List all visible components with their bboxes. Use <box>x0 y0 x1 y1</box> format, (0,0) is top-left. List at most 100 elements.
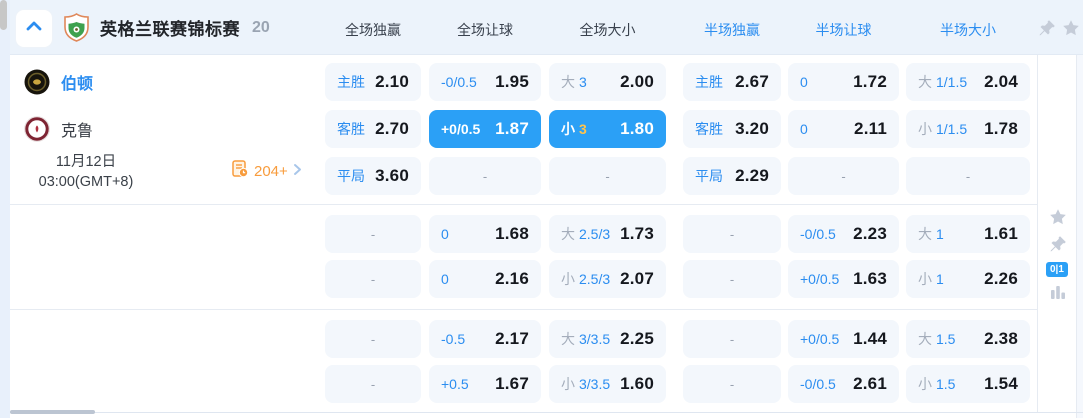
odds-cell[interactable]: -0/0.5 2.61 <box>788 365 899 403</box>
odds-cell[interactable]: -0.5 2.17 <box>429 320 541 358</box>
odds-cell[interactable]: +0/0.5 1.44 <box>788 320 899 358</box>
odds-cell[interactable]: 平局 2.29 <box>683 157 781 195</box>
chevron-up-icon <box>24 19 44 38</box>
odds-cell[interactable]: 0 1.72 <box>788 63 899 101</box>
collapse-button[interactable] <box>15 9 53 48</box>
empty-odds-dash: - <box>482 168 488 184</box>
odds-cell-empty: - <box>788 157 899 195</box>
odds-cell[interactable]: -0/0.5 2.23 <box>788 215 899 253</box>
odds-value: 1.54 <box>984 374 1018 393</box>
odds-label: +0/0.5 <box>800 331 840 347</box>
odds-cell[interactable]: 大 1 1.61 <box>906 215 1030 253</box>
odds-group: -0 1.68 大 2.5/3 1.73- -0/0.5 2.23 大 1 1.61-0 2.16 小… <box>10 205 1037 310</box>
odds-cell[interactable]: 小 3/3.5 1.60 <box>549 365 666 403</box>
empty-odds-dash: - <box>729 376 735 392</box>
column-header-full-win: 全场独赢 <box>345 22 401 38</box>
markets-doc-icon <box>232 160 249 183</box>
home-team-row[interactable]: 伯顿 <box>10 63 325 101</box>
bottom-divider <box>10 412 1083 413</box>
vertical-scrollbar-thumb[interactable] <box>0 0 7 30</box>
odds-value: 2.10 <box>375 72 409 91</box>
odds-label: 大 2.5/3 <box>561 226 611 242</box>
horizontal-scrollbar-thumb[interactable] <box>10 410 95 414</box>
odds-cell[interactable]: 小 3 1.80 <box>549 110 666 148</box>
odds-value: 2.07 <box>620 269 654 288</box>
odds-cell[interactable]: 平局 3.60 <box>325 157 421 195</box>
odds-cell[interactable]: 客胜 2.70 <box>325 110 421 148</box>
odds-cell[interactable]: 大 1/1.5 2.04 <box>906 63 1030 101</box>
odds-label: 平局 <box>337 168 365 184</box>
empty-odds-dash: - <box>841 168 846 184</box>
match-date: 11月12日 <box>55 154 117 170</box>
odds-value: 1.73 <box>620 224 654 243</box>
odds-group: - -0.5 2.17 大 3/3.5 2.25 - +0/0.5 1.44 大 1.5 2.38 - +… <box>10 310 1037 412</box>
odds-label: 主胜 <box>695 74 723 90</box>
odds-cell[interactable]: +0/0.5 1.63 <box>788 260 899 298</box>
odds-cell-empty: - <box>325 260 421 298</box>
favorite-star-icon[interactable] <box>1049 208 1067 226</box>
odds-value: 2.11 <box>854 119 887 138</box>
odds-value: 1.60 <box>620 374 654 393</box>
odds-cell[interactable]: -0/0.5 1.95 <box>429 63 541 101</box>
odds-label: 小 1.5 <box>918 376 956 392</box>
odds-value: 2.04 <box>984 72 1018 91</box>
odds-cell[interactable]: 大 3 2.00 <box>549 63 666 101</box>
odds-row: - +0.5 1.67 小 3/3.5 1.60 - -0/0.5 2.61 小 1.5 1.54 <box>10 365 1037 403</box>
odds-value: 1.95 <box>495 72 529 91</box>
odds-row: -0 1.68 大 2.5/3 1.73- -0/0.5 2.23 大 1 1.61 <box>10 215 1037 253</box>
odds-panel: 英格兰联赛锦标赛 20 全场独赢 全场让球 全场大小 半场独赢 半场让球 半场大… <box>10 0 1083 418</box>
chevron-right-icon <box>293 163 302 181</box>
league-header: 英格兰联赛锦标赛 20 全场独赢 全场让球 全场大小 半场独赢 半场让球 半场大… <box>10 0 1083 55</box>
odds-label: 0 <box>441 226 449 242</box>
odds-cell[interactable]: 小 1/1.5 1.78 <box>906 110 1030 148</box>
pin-icon[interactable] <box>1038 19 1056 37</box>
odds-label: 0 <box>441 271 449 287</box>
odds-value: 2.25 <box>620 329 654 348</box>
odds-cell[interactable]: 小 1.5 1.54 <box>906 365 1030 403</box>
corner-stats-badge[interactable]: 0|1 <box>1046 262 1068 277</box>
column-header-full-handicap: 全场让球 <box>457 22 513 38</box>
stats-chart-icon[interactable] <box>1049 283 1067 301</box>
odds-cell[interactable]: +0.5 1.67 <box>429 365 541 403</box>
odds-cell[interactable]: 0 2.16 <box>429 260 541 298</box>
odds-value: 1.87 <box>495 119 529 138</box>
odds-label: 客胜 <box>337 121 365 137</box>
match-datetime-row: 11月12日 03:00(GMT+8) 204+ <box>10 150 325 198</box>
odds-value: 1.68 <box>495 224 529 243</box>
odds-cell[interactable]: 客胜 3.20 <box>683 110 781 148</box>
more-markets-link[interactable]: 204+ <box>232 160 302 183</box>
odds-cell[interactable]: +0/0.5 1.87 <box>429 110 541 148</box>
odds-cell[interactable]: 大 2.5/3 1.73 <box>549 215 666 253</box>
odds-value: 1.44 <box>853 329 887 348</box>
odds-label: 客胜 <box>695 121 723 137</box>
odds-cell-empty: - <box>549 157 666 195</box>
league-match-count: 20 <box>252 18 270 36</box>
odds-cell[interactable]: 小 1 2.26 <box>906 260 1030 298</box>
odds-cell-empty: - <box>683 365 781 403</box>
odds-label: 大3 <box>561 74 587 90</box>
odds-value: 2.67 <box>735 72 769 91</box>
odds-value: 2.00 <box>620 72 654 91</box>
odds-cell[interactable]: 大 3/3.5 2.25 <box>549 320 666 358</box>
odds-cell-empty: - <box>906 157 1030 195</box>
odds-cell[interactable]: 大 1.5 2.38 <box>906 320 1030 358</box>
odds-label: 平局 <box>695 168 723 184</box>
odds-cell[interactable]: 小 2.5/3 2.07 <box>549 260 666 298</box>
match-time: 03:00(GMT+8) <box>38 174 134 190</box>
odds-cell-empty: - <box>683 215 781 253</box>
odds-cell[interactable]: 0 1.68 <box>429 215 541 253</box>
odds-label: 大 1.5 <box>918 331 956 347</box>
empty-odds-dash: - <box>965 168 971 184</box>
odds-cell[interactable]: 0 2.11 <box>788 110 899 148</box>
odds-cell[interactable]: 主胜 2.10 <box>325 63 421 101</box>
odds-value: 2.61 <box>853 374 887 393</box>
away-team-row[interactable]: 克鲁 <box>10 110 325 148</box>
empty-odds-dash: - <box>729 331 735 347</box>
pin-match-icon[interactable] <box>1049 235 1067 253</box>
odds-cell-empty: - <box>325 320 421 358</box>
odds-label: +0/0.5 <box>800 271 840 287</box>
odds-cell[interactable]: 主胜 2.67 <box>683 63 781 101</box>
column-header-half-overunder: 半场大小 <box>940 22 996 38</box>
odds-value: 1.72 <box>853 72 887 91</box>
star-icon[interactable] <box>1062 19 1080 37</box>
